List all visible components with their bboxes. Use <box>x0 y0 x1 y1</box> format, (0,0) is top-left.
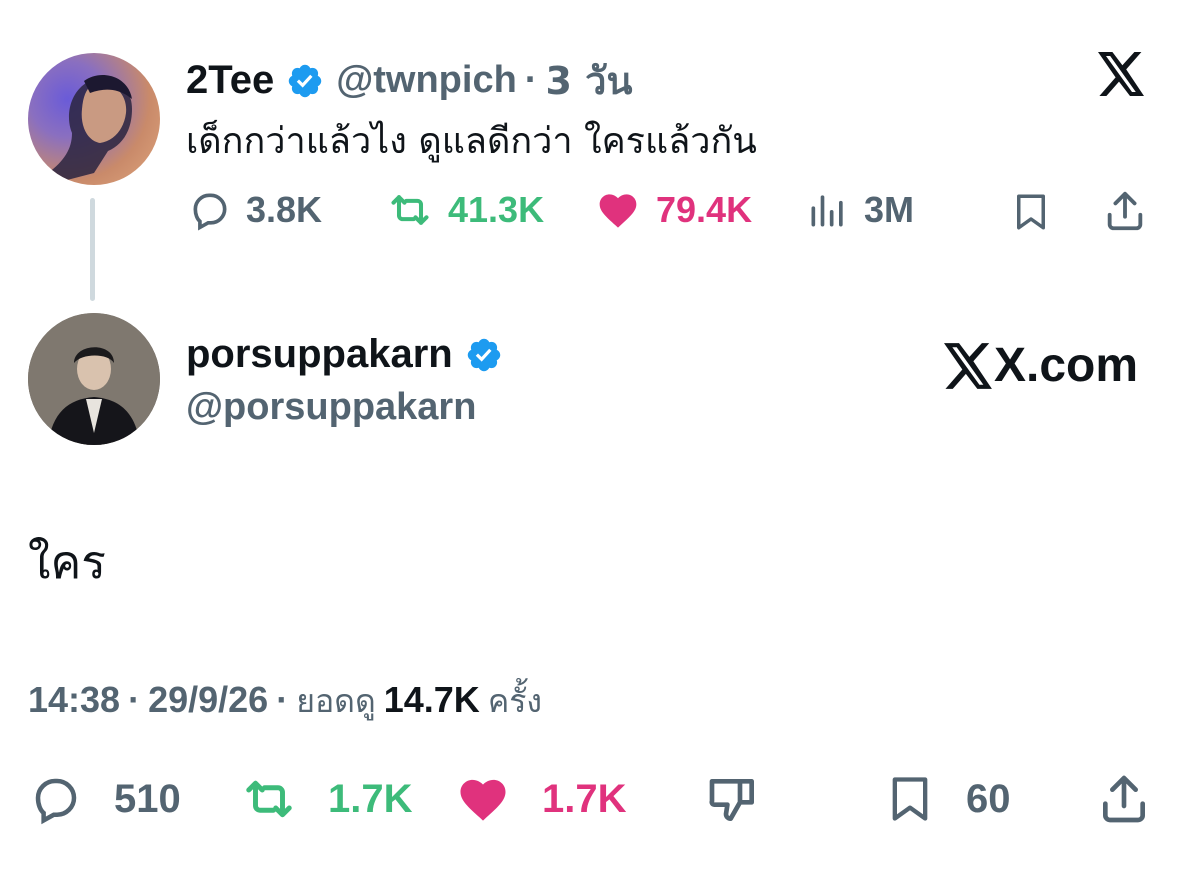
views-chart-icon <box>811 195 843 227</box>
quoted-like-count: 79.4K <box>656 189 753 230</box>
views-value[interactable]: 14.7K <box>384 679 480 721</box>
main-like-count: 1.7K <box>542 776 627 821</box>
quoted-handle[interactable]: @twnpich <box>336 59 517 102</box>
avatar-image <box>48 75 132 185</box>
main-bookmark-count: 60 <box>966 776 1011 821</box>
quoted-age[interactable]: 3 วัน <box>545 50 632 111</box>
main-display-name[interactable]: porsuppakarn <box>186 332 453 377</box>
xcom-brand: X.com <box>944 338 1138 393</box>
bookmark-icon[interactable] <box>1010 190 1052 234</box>
main-reply-button[interactable]: 510 <box>28 772 181 826</box>
x-logo-icon[interactable] <box>1098 52 1146 96</box>
heart-filled-icon <box>460 779 506 821</box>
meta-separator: · <box>276 679 289 720</box>
quoted-views-button[interactable]: 3M <box>806 188 914 232</box>
quoted-display-name[interactable]: 2Tee <box>186 58 274 103</box>
avatar-2tee[interactable] <box>28 53 160 185</box>
x-logo-icon <box>944 342 992 389</box>
separator-dot: · <box>524 59 538 101</box>
quoted-repost-count: 41.3K <box>448 189 545 230</box>
quoted-repost-button[interactable]: 41.3K <box>386 188 544 232</box>
main-repost-button[interactable]: 1.7K <box>238 772 413 826</box>
reply-icon <box>35 778 77 825</box>
reply-icon <box>193 193 227 231</box>
thread-connector <box>90 198 95 301</box>
bookmark-icon <box>892 777 928 821</box>
quoted-like-button[interactable]: 79.4K <box>594 188 752 232</box>
main-header: porsuppakarn <box>186 332 503 377</box>
tweet-time[interactable]: 14:38 <box>28 679 120 721</box>
quoted-header: 2Tee @twnpich · 3 วัน <box>186 50 632 111</box>
main-bookmark-button[interactable]: 60 <box>884 772 1011 826</box>
dislike-icon[interactable] <box>704 772 762 828</box>
quoted-reply-count: 3.8K <box>246 189 323 230</box>
repost-icon <box>246 780 292 818</box>
tweet-meta: 14:38 · 29/9/26 · ยอดดู 14.7K ครั้ง <box>28 676 542 727</box>
main-text: ใคร <box>28 535 106 589</box>
main-like-button[interactable]: 1.7K <box>452 772 627 826</box>
xcom-text: X.com <box>994 339 1139 392</box>
verified-badge-icon <box>467 338 500 371</box>
main-repost-count: 1.7K <box>328 776 413 821</box>
tweet-date[interactable]: 29/9/26 <box>148 679 268 721</box>
verified-badge-icon <box>288 64 322 97</box>
main-reply-count: 510 <box>114 776 181 821</box>
repost-icon <box>391 195 429 225</box>
main-handle[interactable]: @porsuppakarn <box>186 386 476 429</box>
views-suffix: ครั้ง <box>487 682 543 720</box>
quoted-views-count: 3M <box>864 189 915 230</box>
views-label: ยอดดู <box>296 682 376 720</box>
quoted-reply-button[interactable]: 3.8K <box>188 188 322 232</box>
quoted-text: เด็กกว่าแล้วไง ดูแลดีกว่า ใครแล้วกัน <box>186 121 757 162</box>
avatar-porsuppakarn[interactable] <box>28 313 160 445</box>
meta-separator: · <box>128 679 141 720</box>
heart-filled-icon <box>599 194 637 228</box>
avatar-image <box>28 313 160 445</box>
share-icon[interactable] <box>1102 188 1148 234</box>
share-icon[interactable] <box>1096 770 1152 828</box>
